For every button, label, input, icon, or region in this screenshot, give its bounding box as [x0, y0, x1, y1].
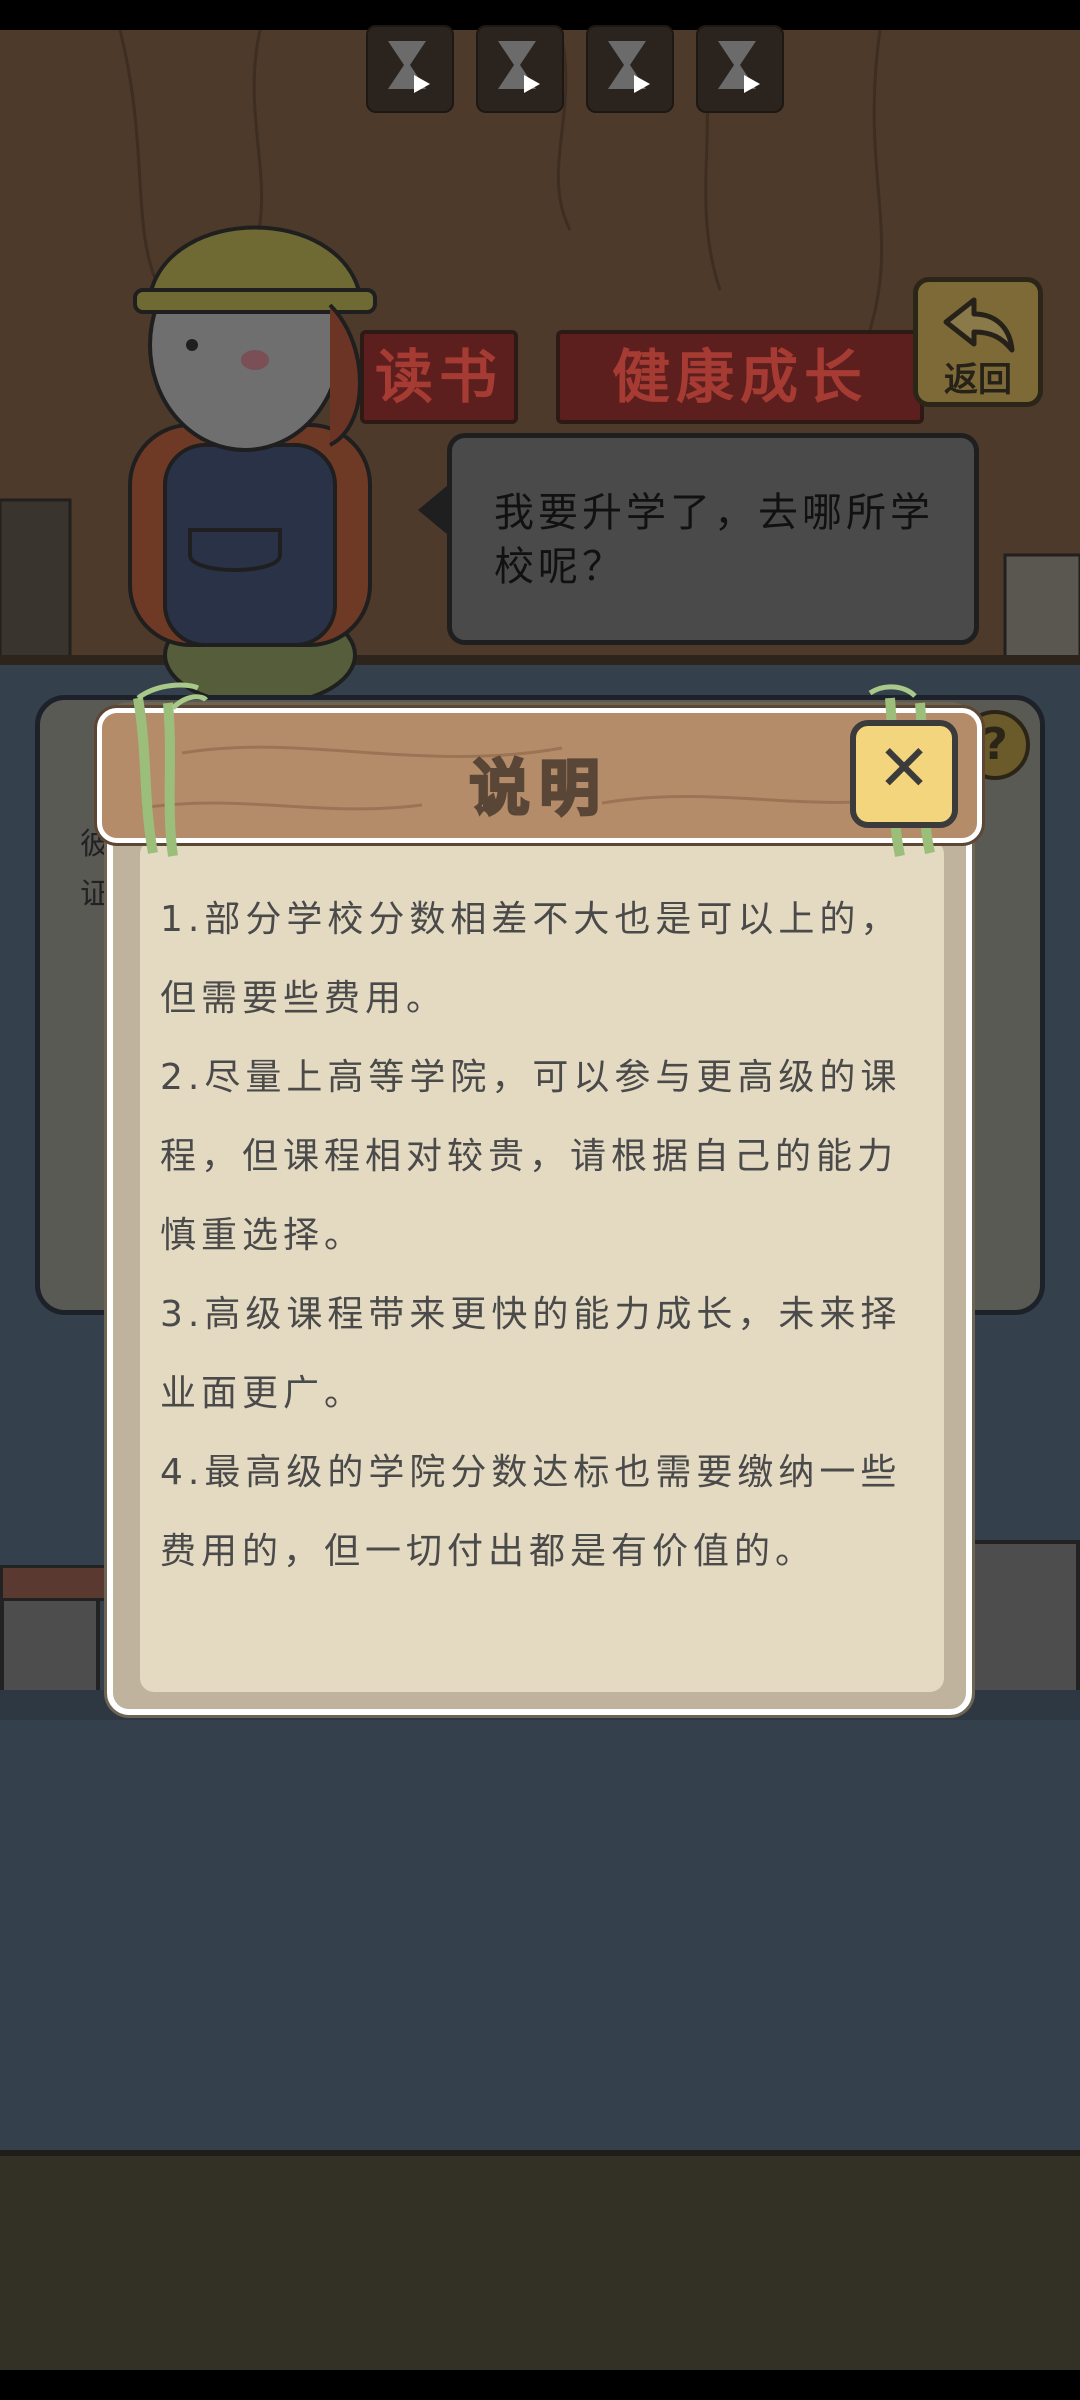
rule-item-1: 1.部分学校分数相差不大也是可以上的，但需要些费用。 [160, 899, 902, 1019]
rule-item-3: 3.高级课程带来更快的能力成长，未来择业面更广。 [160, 1294, 902, 1414]
close-icon: ✕ [877, 732, 931, 806]
hourglass-play-icon [388, 41, 430, 93]
hourglass-play-button-3[interactable] [586, 25, 674, 113]
hourglass-play-button-1[interactable] [366, 25, 454, 113]
close-button[interactable]: ✕ [850, 720, 958, 828]
rule-item-4: 4.最高级的学院分数达标也需要缴纳一些费用的，但一切付出都是有价值的。 [160, 1452, 902, 1572]
navigation-bar [0, 2370, 1080, 2400]
return-label: 返回 [944, 360, 1012, 400]
return-button[interactable]: 返回 [913, 277, 1043, 407]
hourglass-play-icon [718, 41, 760, 93]
building-right [970, 1540, 1080, 1710]
hourglass-play-button-4[interactable] [696, 25, 784, 113]
dialog-content: 1.部分学校分数相差不大也是可以上的，但需要些费用。 2.尽量上高等学院，可以参… [160, 880, 920, 1591]
house-left-roof [0, 1565, 116, 1601]
speech-bubble: 我要升学了，去哪所学校呢？ [447, 433, 979, 645]
speech-text: 我要升学了，去哪所学校呢？ [494, 490, 934, 590]
bottom-panel [0, 2150, 1080, 2376]
hourglass-play-icon [498, 41, 540, 93]
hourglass-play-icon [608, 41, 650, 93]
hourglass-play-button-2[interactable] [476, 25, 564, 113]
rule-item-2: 2.尽量上高等学院，可以参与更高级的课程，但课程相对较贵，请根据自己的能力慎重选… [160, 1057, 902, 1256]
return-arrow-icon [943, 297, 1015, 353]
sign-healthy-growth: 健康成长 [556, 330, 924, 424]
character-worker [128, 225, 377, 707]
